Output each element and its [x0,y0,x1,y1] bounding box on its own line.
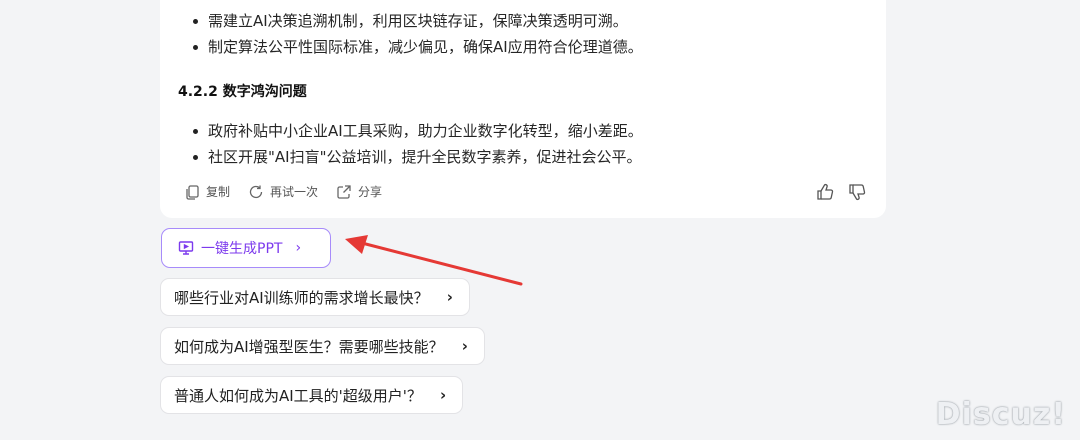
share-icon [337,184,351,199]
thumbs-up-icon[interactable] [816,183,834,201]
bullet-list-bottom: 政府补贴中小企业AI工具采购，助力企业数字化转型，缩小差距。 社区开展"AI扫盲… [190,118,643,170]
chevron-right-icon: › [439,386,447,404]
copy-icon [186,184,199,200]
suggestion-item[interactable]: 普通人如何成为AI工具的'超级用户'？ › [160,376,464,414]
generate-ppt-button[interactable]: 一键生成PPT › [161,228,331,268]
chevron-right-icon: › [461,337,468,355]
copy-label: 复制 [206,185,231,199]
watermark-logo: Discuz! [935,397,1066,432]
suggestion-label: 哪些行业对AI训练师的需求增长最快？ [174,288,429,307]
chevron-right-icon: › [295,240,302,256]
share-button[interactable]: 分享 [336,183,382,200]
list-item: 社区开展"AI扫盲"公益培训，提升全民数字素养，促进社会公平。 [190,144,643,170]
section-heading: 4.2.2 数字鸿沟问题 [178,84,307,100]
suggestion-label: 普通人如何成为AI工具的'超级用户'？ [174,386,422,405]
retry-button[interactable]: 再试一次 [248,183,318,200]
suggestion-item[interactable]: 如何成为AI增强型医生？需要哪些技能？ › [160,327,485,365]
chevron-right-icon: › [446,288,453,306]
presentation-icon [178,241,194,255]
retry-label: 再试一次 [270,185,319,199]
list-item: 需建立AI决策追溯机制，利用区块链存证，保障决策透明可溯。 [190,8,643,34]
thumbs-down-icon[interactable] [848,183,866,201]
generate-ppt-label: 一键生成PPT [201,241,283,257]
feedback-buttons [816,183,866,201]
suggestion-label: 如何成为AI增强型医生？需要哪些技能？ [174,337,444,356]
answer-actions: 复制 再试一次 分享 [184,183,382,200]
suggestion-item[interactable]: 哪些行业对AI训练师的需求增长最快？ › [160,278,470,316]
copy-button[interactable]: 复制 [184,183,230,200]
list-item: 制定算法公平性国际标准，减少偏见，确保AI应用符合伦理道德。 [190,34,643,60]
answer-card: 需建立AI决策追溯机制，利用区块链存证，保障决策透明可溯。 制定算法公平性国际标… [160,0,886,218]
bullet-list-top: 需建立AI决策追溯机制，利用区块链存证，保障决策透明可溯。 制定算法公平性国际标… [190,8,643,60]
refresh-icon [249,185,263,198]
share-label: 分享 [358,185,383,199]
list-item: 政府补贴中小企业AI工具采购，助力企业数字化转型，缩小差距。 [190,118,643,144]
